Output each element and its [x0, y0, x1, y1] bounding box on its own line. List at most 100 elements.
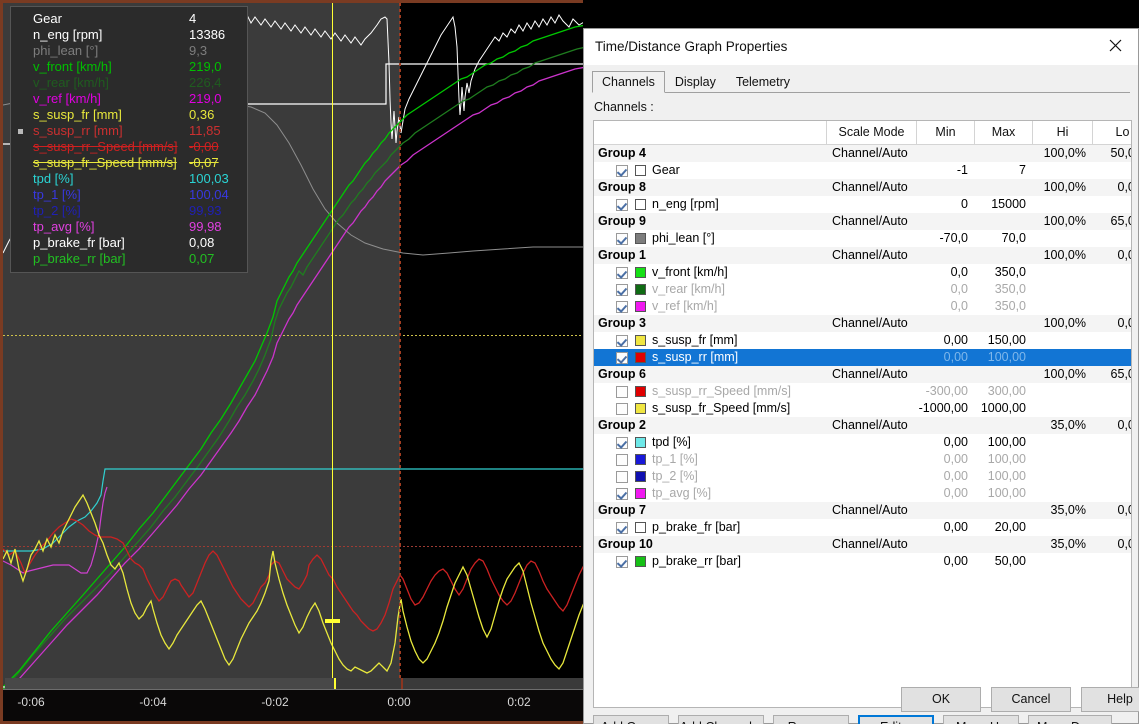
channel-group-row[interactable]: Group 8 Channel/Auto 100,0% 0,0%	[594, 179, 1131, 196]
channel-color-swatch[interactable]	[635, 352, 646, 363]
edit-button[interactable]: Edit...	[858, 715, 934, 724]
channel-visible-checkbox[interactable]	[616, 352, 628, 364]
close-icon[interactable]	[1092, 29, 1138, 61]
channel-row[interactable]: s_susp_rr_Speed [mm/s] -300,00 300,00	[594, 383, 1131, 400]
channel-color-swatch[interactable]	[635, 454, 646, 465]
channel-row[interactable]: Gear -1 7	[594, 162, 1131, 179]
x-axis-tick: -0:04	[139, 695, 167, 709]
channel-visible-checkbox[interactable]	[616, 386, 628, 398]
channels-table[interactable]: Scale Mode Min Max Hi Lo Group 4 Channel/Auto…	[593, 120, 1132, 708]
channel-color-swatch[interactable]	[635, 199, 646, 210]
legend-row: tp_1 [%] 100,04	[11, 187, 247, 203]
channels-table-body[interactable]: Group 4Channel/Auto100,0%50,0%Gear-17Gro…	[594, 145, 1131, 707]
channel-group-row[interactable]: Group 7 Channel/Auto 35,0% 0,0%	[594, 502, 1131, 519]
legend-row: phi_lean [°] 9,3	[11, 43, 247, 59]
channel-color-swatch[interactable]	[635, 488, 646, 499]
dialog-titlebar[interactable]: Time/Distance Graph Properties	[584, 29, 1138, 65]
channel-color-swatch[interactable]	[635, 471, 646, 482]
channel-row[interactable]: v_rear [km/h] 0,0 350,0	[594, 281, 1131, 298]
channel-color-swatch[interactable]	[635, 556, 646, 567]
channel-visible-checkbox[interactable]	[616, 488, 628, 500]
channel-row[interactable]: tp_avg [%] 0,00 100,00	[594, 485, 1131, 502]
channel-row[interactable]: v_front [km/h] 0,0 350,0	[594, 264, 1131, 281]
remove-button[interactable]: Remove	[773, 715, 849, 724]
channel-row[interactable]: tpd [%] 0,00 100,00	[594, 434, 1131, 451]
channel-name: tp_avg [%]	[652, 486, 712, 500]
channel-visible-checkbox[interactable]	[616, 335, 628, 347]
channel-visible-checkbox[interactable]	[616, 522, 628, 534]
group-label: Group 4	[598, 146, 646, 160]
channel-visible-checkbox[interactable]	[616, 471, 628, 483]
column-header[interactable]: Max	[974, 121, 1032, 144]
channel-color-swatch[interactable]	[635, 403, 646, 414]
channel-color-swatch[interactable]	[635, 437, 646, 448]
channel-row[interactable]: p_brake_fr [bar] 0,00 20,00	[594, 519, 1131, 536]
min-value: -1	[956, 163, 968, 177]
tab-telemetry[interactable]: Telemetry	[726, 71, 800, 93]
scale-mode-value: Channel/Auto	[832, 146, 908, 160]
telemetry-chart-panel[interactable]: -0:06 -0:04 -0:02 0:00 0:02 Gear 4 n_eng [rpm]…	[0, 0, 583, 724]
move-up-button[interactable]: Move Up	[943, 715, 1019, 724]
channel-row[interactable]: v_ref [km/h] 0,0 350,0	[594, 298, 1131, 315]
channel-color-swatch[interactable]	[635, 233, 646, 244]
channel-visible-checkbox[interactable]	[616, 454, 628, 466]
channel-group-row[interactable]: Group 6 Channel/Auto 100,0% 65,0%	[594, 366, 1131, 383]
legend-channel-name: phi_lean [°]	[33, 43, 99, 58]
channel-color-swatch[interactable]	[635, 284, 646, 295]
move-down-button[interactable]: Move Down	[1028, 715, 1112, 724]
legend-channel-value: -0,00	[189, 139, 219, 154]
channel-color-swatch[interactable]	[635, 386, 646, 397]
channel-color-swatch[interactable]	[635, 267, 646, 278]
channel-row[interactable]: s_susp_rr [mm] 0,00 100,00	[594, 349, 1131, 366]
ok-button[interactable]: OK	[901, 687, 981, 712]
tab-display[interactable]: Display	[665, 71, 726, 93]
channel-color-swatch[interactable]	[635, 522, 646, 533]
channel-row[interactable]: s_susp_fr_Speed [mm/s] -1000,00 1000,00	[594, 400, 1131, 417]
column-header[interactable]: Scale Mode	[826, 121, 916, 144]
channel-visible-checkbox[interactable]	[616, 556, 628, 568]
min-value: 0,00	[943, 469, 968, 483]
channel-name: p_brake_fr [bar]	[652, 520, 741, 534]
channel-color-swatch[interactable]	[635, 301, 646, 312]
channel-color-swatch[interactable]	[635, 165, 646, 176]
channel-name: p_brake_rr [bar]	[652, 554, 741, 568]
add-channel-button[interactable]: Add Channel...	[678, 715, 764, 724]
channel-name: v_ref [km/h]	[652, 299, 718, 313]
channel-row[interactable]: phi_lean [°] -70,0 70,0	[594, 230, 1131, 247]
channel-group-row[interactable]: Group 1 Channel/Auto 100,0% 0,0%	[594, 247, 1131, 264]
channel-visible-checkbox[interactable]	[616, 199, 628, 211]
channel-group-row[interactable]: Group 4 Channel/Auto 100,0% 50,0%	[594, 145, 1131, 162]
channel-color-swatch[interactable]	[635, 335, 646, 346]
channel-visible-checkbox[interactable]	[616, 233, 628, 245]
tab-channels[interactable]: Channels	[592, 71, 665, 93]
hi-value: 100,0%	[1043, 367, 1086, 381]
channel-row[interactable]: tp_1 [%] 0,00 100,00	[594, 451, 1131, 468]
channel-visible-checkbox[interactable]	[616, 437, 628, 449]
channel-visible-checkbox[interactable]	[616, 403, 628, 415]
help-button[interactable]: Help	[1081, 687, 1139, 712]
legend-row: s_susp_rr [mm] 11,85	[11, 123, 247, 139]
channel-visible-checkbox[interactable]	[616, 284, 628, 296]
channel-row[interactable]: s_susp_fr [mm] 0,00 150,00	[594, 332, 1131, 349]
channel-visible-checkbox[interactable]	[616, 165, 628, 177]
channel-group-row[interactable]: Group 2 Channel/Auto 35,0% 0,0%	[594, 417, 1131, 434]
channel-visible-checkbox[interactable]	[616, 301, 628, 313]
channel-row[interactable]: tp_2 [%] 0,00 100,00	[594, 468, 1131, 485]
legend-row: v_rear [km/h] 226,4	[11, 75, 247, 91]
legend-channel-name: v_ref [km/h]	[33, 91, 101, 106]
column-header[interactable]: Lo	[1092, 121, 1131, 144]
column-header[interactable]: Min	[916, 121, 974, 144]
channel-row[interactable]: p_brake_rr [bar] 0,00 50,00	[594, 553, 1131, 570]
timeline-scrollbar[interactable]	[5, 678, 583, 689]
channel-group-row[interactable]: Group 3 Channel/Auto 100,0% 0,0%	[594, 315, 1131, 332]
channel-row[interactable]: n_eng [rpm] 0 15000	[594, 196, 1131, 213]
channel-visible-checkbox[interactable]	[616, 267, 628, 279]
graph-properties-dialog[interactable]: Time/Distance Graph Properties Channels D…	[583, 28, 1139, 724]
channel-name: s_susp_fr_Speed [mm/s]	[652, 401, 791, 415]
column-header[interactable]: Hi	[1032, 121, 1092, 144]
channel-group-row[interactable]: Group 10 Channel/Auto 35,0% 0,0%	[594, 536, 1131, 553]
chart-cursor-line[interactable]	[332, 3, 333, 689]
channel-group-row[interactable]: Group 9 Channel/Auto 100,0% 65,0%	[594, 213, 1131, 230]
add-group-button[interactable]: Add Group	[593, 715, 669, 724]
cancel-button[interactable]: Cancel	[991, 687, 1071, 712]
